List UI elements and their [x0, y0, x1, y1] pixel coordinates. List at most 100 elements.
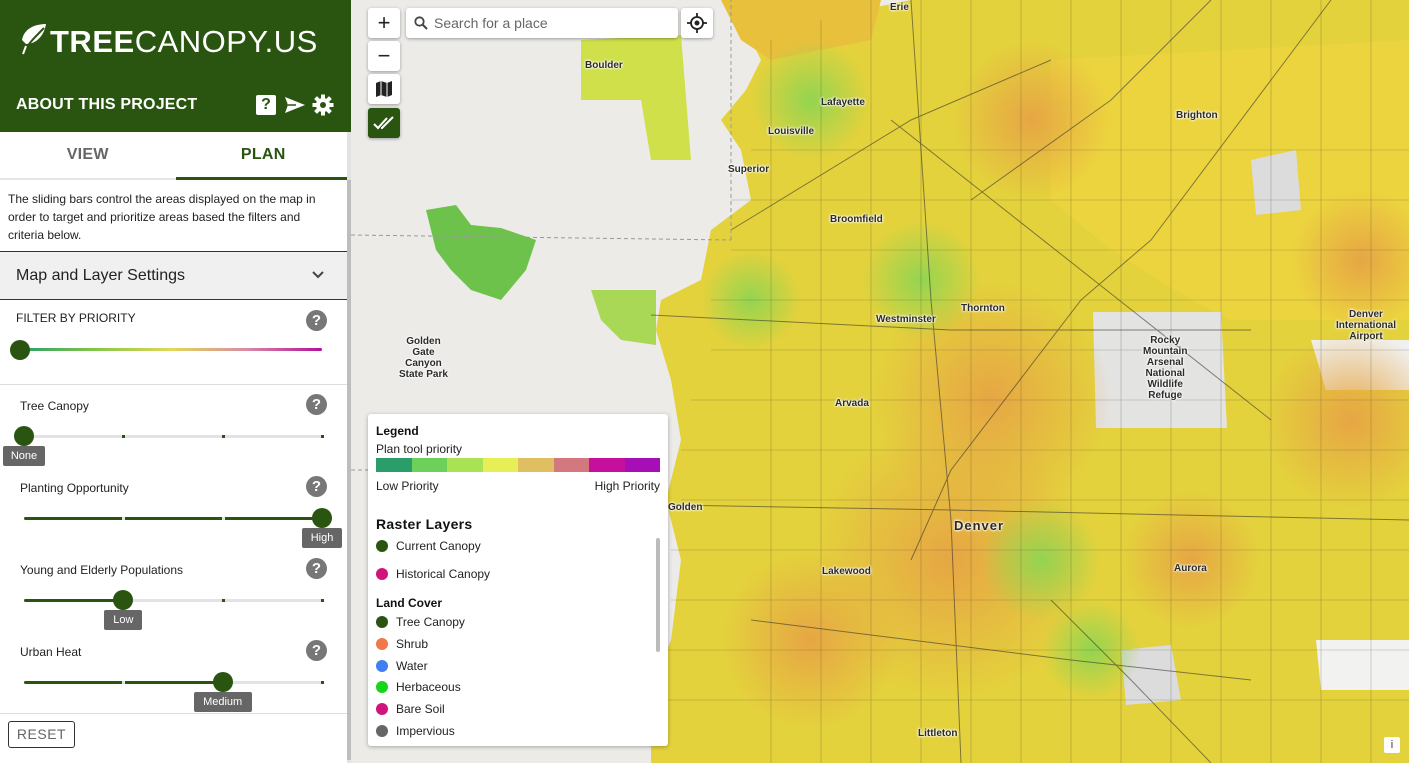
legend-dot-icon [376, 616, 388, 628]
help-icon[interactable]: ? [306, 394, 327, 415]
slider-tick [122, 435, 126, 438]
place-label: Brighton [1176, 110, 1218, 121]
divider [0, 713, 347, 714]
select-tool-button[interactable] [368, 108, 400, 138]
slider-label: Young and Elderly Populations [20, 563, 184, 577]
help-icon[interactable]: ? [306, 310, 327, 331]
slider-tick [221, 517, 225, 520]
legend-subtitle: Plan tool priority [376, 442, 463, 456]
slider-value-tag: Low [104, 610, 143, 630]
attribution-button[interactable]: i [1384, 737, 1400, 753]
logo-wordmark[interactable]: TREECANOPY.US [50, 24, 318, 60]
place-label: Denver International Airport [1336, 309, 1397, 342]
place-label: Lakewood [822, 566, 871, 577]
place-label: Arvada [835, 398, 869, 409]
legend-item[interactable]: Shrub [376, 636, 428, 652]
help-icon[interactable]: ? [306, 558, 327, 579]
about-project-link[interactable]: ABOUT THIS PROJECT [16, 96, 197, 114]
legend-dot-icon [376, 659, 388, 672]
slider-tick [321, 435, 324, 438]
help-icon[interactable]: ? [306, 476, 327, 497]
slider-tick [321, 599, 324, 602]
slider-handle[interactable] [312, 508, 332, 528]
logo-bold: TREE [50, 24, 135, 59]
legend-item[interactable]: Tree Canopy [376, 614, 465, 630]
slider-fill [24, 599, 124, 602]
tab-view[interactable]: VIEW [0, 132, 176, 180]
legend-color-ramp [376, 458, 660, 472]
tab-plan[interactable]: PLAN [175, 132, 351, 180]
place-label: Thornton [961, 303, 1005, 314]
slider-handle[interactable] [113, 590, 134, 610]
legend-item[interactable]: Herbaceous [376, 679, 461, 695]
legend-item-label: Impervious [396, 724, 455, 738]
help-icon[interactable]: ? [306, 640, 327, 661]
legend-ramp-swatch [376, 458, 412, 472]
place-label: Denver [954, 518, 1005, 533]
legend-ramp-swatch [553, 458, 589, 472]
legend-scrollbar[interactable] [656, 538, 660, 652]
legend-item[interactable]: Historical Canopy [376, 566, 490, 582]
legend-item-label: Current Canopy [396, 539, 481, 553]
place-label: Boulder [585, 60, 623, 71]
divider [0, 384, 347, 385]
chevron-down-icon[interactable] [311, 268, 325, 282]
legend-ramp-swatch [411, 458, 447, 472]
legend-item[interactable]: Impervious [376, 723, 455, 739]
legend-panel: Legend Plan tool priority Low Priority H… [368, 414, 668, 746]
gear-icon[interactable] [312, 94, 334, 116]
legend-item-label: Water [396, 658, 428, 673]
place-label: Superior [728, 164, 770, 175]
legend-item[interactable]: Current Canopy [376, 538, 481, 554]
search-box [406, 8, 678, 38]
slider-tick [221, 435, 225, 438]
legend-item-label: Bare Soil [396, 702, 445, 717]
slider-tick [122, 517, 126, 520]
slider-value-tag: Medium [193, 692, 252, 712]
legend-dot-icon [376, 725, 388, 737]
sidebar-scrollbar-thumb[interactable] [347, 180, 351, 760]
leaf-icon [22, 24, 46, 55]
search-icon [414, 16, 428, 30]
logo-regular: CANOPY.US [134, 24, 318, 59]
place-label: Erie [890, 2, 909, 13]
legend-dot-icon [376, 681, 388, 694]
legend-ramp-swatch [447, 458, 483, 472]
help-glyph: ? [261, 96, 271, 113]
double-check-icon [373, 116, 394, 130]
map-canvas[interactable]: Erie Boulder Lafayette Louisville Bright… [351, 0, 1409, 763]
raster-layers-title: Raster Layers [376, 516, 473, 532]
legend-item-label: Historical Canopy [396, 567, 491, 581]
slider-track[interactable] [24, 435, 324, 438]
send-icon[interactable] [284, 94, 306, 116]
legend-high-label: High Priority [594, 479, 660, 493]
priority-filter-track[interactable] [20, 348, 322, 351]
zoom-out-button[interactable]: − [368, 41, 400, 71]
reset-button[interactable]: RESET [8, 721, 75, 748]
search-input[interactable] [434, 8, 669, 38]
map-layer-settings-accordion[interactable]: Map and Layer Settings [0, 252, 347, 300]
priority-filter-handle[interactable] [10, 340, 30, 360]
plus-icon: + [377, 10, 391, 35]
basemap-button[interactable] [368, 74, 400, 104]
filter-by-priority-label: FILTER BY PRIORITY [16, 311, 136, 325]
place-label: Littleton [918, 728, 958, 739]
legend-item[interactable]: Water [376, 658, 428, 674]
slider-tick [321, 681, 324, 684]
locate-button[interactable] [681, 8, 713, 38]
legend-dot-icon [376, 540, 388, 552]
map-layer-settings-label: Map and Layer Settings [16, 267, 185, 284]
place-label: Westminster [876, 314, 936, 325]
zoom-in-button[interactable]: + [368, 8, 400, 38]
app-root: TREECANOPY.US ABOUT THIS PROJECT ? VIEW … [0, 0, 1409, 763]
place-label: Louisville [768, 126, 815, 137]
slider-value-tag: High [302, 528, 342, 548]
legend-item-label: Shrub [396, 636, 429, 651]
legend-item[interactable]: Bare Soil [376, 701, 445, 717]
help-icon[interactable]: ? [256, 95, 276, 115]
place-label: Lafayette [821, 97, 865, 108]
slider-handle[interactable] [14, 426, 34, 446]
slider-handle[interactable] [212, 672, 233, 692]
legend-dot-icon [376, 637, 388, 650]
legend-title: Legend [376, 424, 419, 438]
